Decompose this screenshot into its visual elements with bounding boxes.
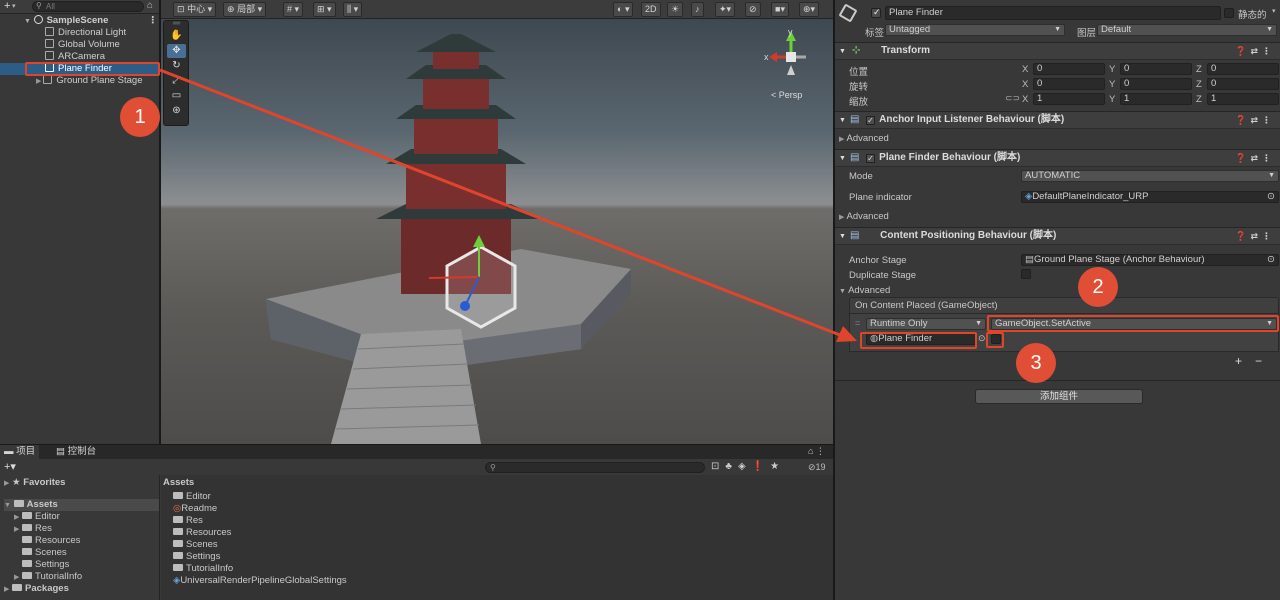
arrow-line [159,68,841,337]
step-badge-1: 1 [120,97,160,137]
step-badge-3: 3 [1016,343,1056,383]
step-badge-2: 2 [1078,267,1118,307]
